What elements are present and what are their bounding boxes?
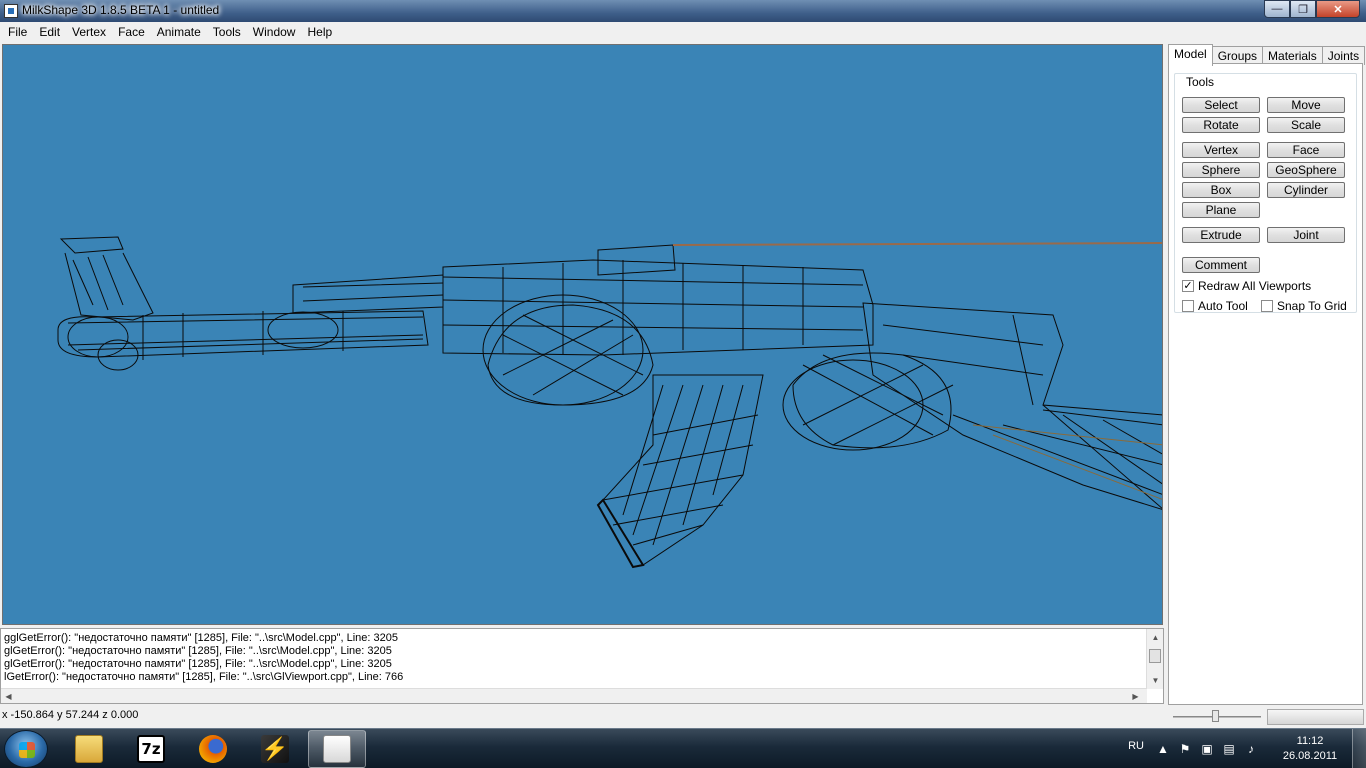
checkbox-icon [1182, 300, 1194, 312]
scroll-up-icon[interactable]: ▲ [1147, 629, 1164, 646]
joint-button[interactable]: Joint [1267, 227, 1345, 243]
wireframe-model [57, 236, 1162, 569]
milkshape-icon [323, 735, 351, 763]
side-panel: Model Groups Materials Joints Tools Sele… [1166, 42, 1366, 706]
panel-tabs: Model Groups Materials Joints [1168, 44, 1366, 66]
box-button[interactable]: Box [1182, 182, 1260, 198]
clock[interactable]: 11:12 26.08.2011 [1280, 734, 1340, 764]
usb-icon[interactable]: ▣ [1200, 742, 1214, 756]
plane-button[interactable]: Plane [1182, 202, 1260, 218]
show-desktop-button[interactable] [1352, 729, 1366, 768]
log-lines: gglGetError(): "недостаточно памяти" [12… [4, 632, 1143, 684]
select-button[interactable]: Select [1182, 97, 1260, 113]
language-indicator[interactable]: RU [1128, 740, 1144, 752]
log-line: glGetError(): "недостаточно памяти" [128… [4, 658, 392, 670]
comment-button[interactable]: Comment [1182, 257, 1260, 273]
network-icon[interactable]: ▤ [1222, 742, 1236, 756]
minimize-button[interactable]: — [1264, 0, 1290, 18]
taskbar-explorer[interactable] [60, 730, 118, 768]
status-bar: x -150.864 y 57.244 z 0.000 [0, 706, 1366, 728]
snap-to-grid-checkbox[interactable]: Snap To Grid [1261, 299, 1347, 313]
log-horizontal-scrollbar[interactable]: ◀ ▶ [1, 688, 1147, 703]
scroll-left-icon[interactable]: ◀ [1, 689, 16, 704]
menu-file[interactable]: File [2, 22, 33, 42]
winamp-icon: ⚡ [261, 735, 289, 763]
3d-viewport[interactable] [2, 44, 1163, 625]
menu-window[interactable]: Window [247, 22, 302, 42]
flag-icon[interactable]: ⚑ [1178, 742, 1192, 756]
tools-group: Tools Select Move Rotate Scale Vertex Fa… [1174, 73, 1357, 313]
log-vertical-scrollbar[interactable]: ▲ ▼ [1146, 629, 1163, 689]
taskbar-firefox[interactable] [184, 730, 242, 768]
auto-tool-checkbox[interactable]: Auto Tool [1182, 299, 1248, 313]
coordinates-readout: x -150.864 y 57.244 z 0.000 [2, 709, 139, 721]
folder-icon [75, 735, 103, 763]
checkbox-icon [1261, 300, 1273, 312]
menu-edit[interactable]: Edit [33, 22, 66, 42]
tools-group-label: Tools [1183, 75, 1218, 89]
milkshape-app-icon[interactable] [4, 4, 18, 18]
menu-bar: File Edit Vertex Face Animate Tools Wind… [0, 22, 1366, 42]
sphere-button[interactable]: Sphere [1182, 162, 1260, 178]
move-button[interactable]: Move [1267, 97, 1345, 113]
face-button[interactable]: Face [1267, 142, 1345, 158]
status-slider-thumb[interactable] [1212, 710, 1219, 722]
menu-vertex[interactable]: Vertex [66, 22, 112, 42]
firefox-icon [199, 735, 227, 763]
extrude-button[interactable]: Extrude [1182, 227, 1260, 243]
snap-to-grid-label: Snap To Grid [1277, 299, 1347, 313]
model-tab-content: Tools Select Move Rotate Scale Vertex Fa… [1168, 63, 1363, 705]
menu-tools[interactable]: Tools [207, 22, 247, 42]
redraw-all-viewports-label: Redraw All Viewports [1198, 279, 1312, 293]
maximize-button[interactable]: ❐ [1290, 0, 1316, 18]
start-button[interactable] [4, 730, 48, 768]
title-bar: MilkShape 3D 1.8.5 BETA 1 - untitled — ❐… [0, 0, 1366, 22]
log-line: lGetError(): "недостаточно памяти" [1285… [4, 671, 404, 683]
log-panel[interactable]: gglGetError(): "недостаточно памяти" [12… [0, 628, 1164, 704]
redraw-all-viewports-checkbox[interactable]: ✓ Redraw All Viewports [1182, 279, 1311, 293]
tab-model[interactable]: Model [1168, 44, 1213, 66]
checkbox-checked-icon: ✓ [1182, 280, 1194, 292]
auto-tool-label: Auto Tool [1198, 299, 1248, 313]
status-progress [1267, 709, 1364, 725]
taskbar-7zip[interactable]: 7z [122, 730, 180, 768]
vertex-button[interactable]: Vertex [1182, 142, 1260, 158]
log-line: gglGetError(): "недостаточно памяти" [12… [4, 632, 398, 644]
clock-time: 11:12 [1296, 735, 1324, 747]
geosphere-button[interactable]: GeoSphere [1267, 162, 1345, 178]
log-line: glGetError(): "недостаточно памяти" [128… [4, 645, 392, 657]
menu-face[interactable]: Face [112, 22, 151, 42]
rotate-button[interactable]: Rotate [1182, 117, 1260, 133]
scale-button[interactable]: Scale [1267, 117, 1345, 133]
maximize-icon: ❐ [1298, 3, 1308, 16]
cylinder-button[interactable]: Cylinder [1267, 182, 1345, 198]
scroll-down-icon[interactable]: ▼ [1147, 672, 1164, 689]
close-button[interactable]: ✕ [1316, 0, 1360, 18]
menu-animate[interactable]: Animate [151, 22, 207, 42]
taskbar: 7z ⚡ RU ▲ ⚑ ▣ ▤ ♪ 11:12 26.08.2011 [0, 728, 1366, 768]
minimize-icon: — [1271, 3, 1283, 15]
volume-icon[interactable]: ♪ [1244, 742, 1258, 756]
7z-icon: 7z [137, 735, 165, 763]
taskbar-winamp[interactable]: ⚡ [246, 730, 304, 768]
tray-expand-icon[interactable]: ▲ [1156, 742, 1170, 756]
close-icon: ✕ [1333, 3, 1343, 16]
taskbar-milkshape[interactable] [308, 730, 366, 768]
scroll-right-icon[interactable]: ▶ [1128, 689, 1143, 704]
window-controls: — ❐ ✕ [1264, 0, 1360, 18]
window-title: MilkShape 3D 1.8.5 BETA 1 - untitled [22, 3, 220, 17]
menu-help[interactable]: Help [301, 22, 338, 42]
clock-date: 26.08.2011 [1282, 750, 1338, 762]
scroll-thumb[interactable] [1149, 649, 1161, 663]
